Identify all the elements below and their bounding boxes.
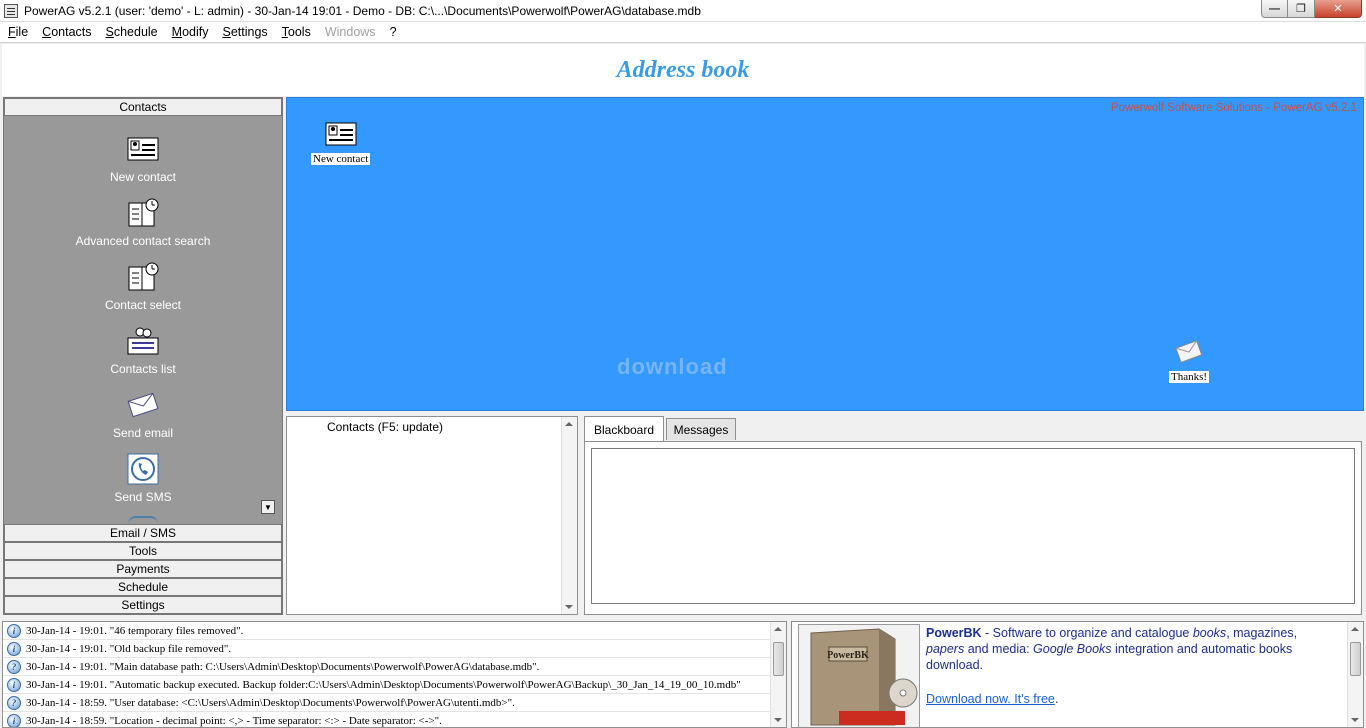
log-row: i 30-Jan-14 - 19:01. "Automatic backup ex…: [3, 676, 786, 694]
log-scrollbar[interactable]: [770, 622, 786, 727]
envelope-icon: [126, 388, 160, 422]
info-icon: i: [7, 623, 21, 638]
blackboard-body: [584, 441, 1362, 615]
page-header: Address book: [2, 44, 1364, 96]
maximize-icon: ❐: [1296, 3, 1306, 15]
scroll-down-icon[interactable]: [1351, 718, 1359, 722]
info-icon: i: [7, 713, 21, 727]
minimize-button[interactable]: —: [1261, 0, 1288, 18]
sidebar-section-contacts[interactable]: Contacts: [4, 98, 282, 116]
contacts-list-icon: [126, 324, 160, 358]
sidebar-scroll-down-button[interactable]: ▼: [261, 500, 275, 514]
log-row: i 30-Jan-14 - 18:59. "Location - decimal …: [3, 712, 786, 727]
menu-bar: File Contacts Schedule Modify Settings T…: [0, 22, 1366, 43]
sidebar-item-send-email[interactable]: Send email: [4, 386, 282, 450]
brand-text: Powerwolf Software Solutions - PowerAG v…: [1110, 102, 1357, 114]
ad-panel: PowerBK PowerBK - Software to organize a…: [791, 621, 1364, 728]
sidebar: Contacts New contact Advanced contact se…: [3, 97, 283, 615]
contact-card-icon: [325, 122, 357, 149]
caret-down-icon: ▼: [264, 502, 272, 512]
note-icon: [1175, 340, 1203, 367]
sidebar-section-payments[interactable]: Payments: [4, 560, 282, 578]
menu-contacts[interactable]: Contacts: [42, 25, 91, 39]
scroll-down-icon[interactable]: [774, 718, 782, 722]
scroll-thumb[interactable]: [773, 642, 784, 676]
ad-scrollbar[interactable]: [1347, 622, 1363, 727]
blackboard-textarea[interactable]: [591, 448, 1355, 604]
minimize-icon: —: [1269, 2, 1280, 15]
sidebar-section-tools[interactable]: Tools: [4, 542, 282, 560]
menu-file[interactable]: File: [8, 25, 28, 39]
close-button[interactable]: ✕: [1315, 0, 1362, 18]
download-link[interactable]: Download now. It's free: [926, 692, 1055, 706]
page-title: Address book: [616, 56, 750, 83]
contacts-scrollbar[interactable]: [561, 417, 577, 614]
menu-modify[interactable]: Modify: [172, 25, 209, 39]
menu-tools[interactable]: Tools: [282, 25, 311, 39]
scroll-up-icon[interactable]: [1351, 627, 1359, 631]
log-panel: i 30-Jan-14 - 19:01. "46 temporary files …: [2, 621, 787, 728]
scroll-down-icon[interactable]: [565, 605, 573, 609]
sidebar-section-settings[interactable]: Settings: [4, 596, 282, 614]
sidebar-item-send-sms[interactable]: Send SMS: [4, 450, 282, 514]
sidebar-item-contact-select[interactable]: Contact select: [4, 258, 282, 322]
desktop-new-contact[interactable]: New contact: [311, 122, 371, 165]
sidebar-section-email-sms[interactable]: Email / SMS: [4, 524, 282, 542]
log-row: i 30-Jan-14 - 19:01. "Old backup file rem…: [3, 640, 786, 658]
log-row: i 30-Jan-14 - 19:01. "46 temporary files …: [3, 622, 786, 640]
download-watermark: download: [617, 354, 728, 379]
app-icon: [4, 3, 18, 18]
contact-card-icon: [126, 132, 160, 166]
box-title: PowerBK: [827, 650, 869, 661]
window-controls: — ❐ ✕: [1261, 0, 1362, 18]
close-icon: ✕: [1333, 3, 1343, 15]
contacts-tree-panel[interactable]: Contacts (F5: update): [286, 416, 578, 615]
maximize-button[interactable]: ❐: [1288, 0, 1315, 18]
log-row: ? 30-Jan-14 - 18:59. "User database: <C:\…: [3, 694, 786, 712]
contacts-panel-label: Contacts (F5: update): [327, 420, 444, 434]
ad-description: PowerBK - Software to organize and catal…: [926, 626, 1298, 672]
scroll-thumb[interactable]: [1350, 642, 1361, 676]
menu-settings[interactable]: Settings: [222, 25, 267, 39]
menu-help[interactable]: ?: [390, 25, 397, 39]
sidebar-partial-icon: [128, 516, 158, 524]
sidebar-section-schedule[interactable]: Schedule: [4, 578, 282, 596]
tab-blackboard[interactable]: Blackboard: [584, 416, 664, 442]
sidebar-item-advanced-contact-search[interactable]: Advanced contact search: [4, 194, 282, 258]
log-row: ? 30-Jan-14 - 19:01. "Main database path:…: [3, 658, 786, 676]
tab-messages[interactable]: Messages: [666, 418, 736, 440]
window-title: PowerAG v5.2.1 (user: 'demo' - L: admin)…: [24, 3, 701, 18]
scroll-up-icon[interactable]: [774, 627, 782, 631]
info-icon: i: [7, 677, 21, 692]
question-icon: ?: [7, 659, 21, 674]
desktop-area: Powerwolf Software Solutions - PowerAG v…: [286, 97, 1364, 411]
scroll-up-icon[interactable]: [565, 422, 573, 426]
menu-windows: Windows: [324, 25, 376, 39]
menu-schedule[interactable]: Schedule: [106, 25, 158, 39]
desktop-thanks[interactable]: Thanks!: [1169, 340, 1210, 383]
question-icon: ?: [7, 695, 21, 710]
title-bar: PowerAG v5.2.1 (user: 'demo' - L: admin)…: [0, 0, 1366, 22]
product-box-image: PowerBK: [798, 624, 920, 727]
contact-search-icon: [126, 196, 160, 230]
tabs-panel: Blackboard Messages: [582, 416, 1364, 615]
sidebar-item-new-contact[interactable]: New contact: [4, 130, 282, 194]
phone-icon: [126, 452, 160, 486]
sidebar-item-contacts-list[interactable]: Contacts list: [4, 322, 282, 386]
info-icon: i: [7, 641, 21, 656]
contact-select-icon: [126, 260, 160, 294]
